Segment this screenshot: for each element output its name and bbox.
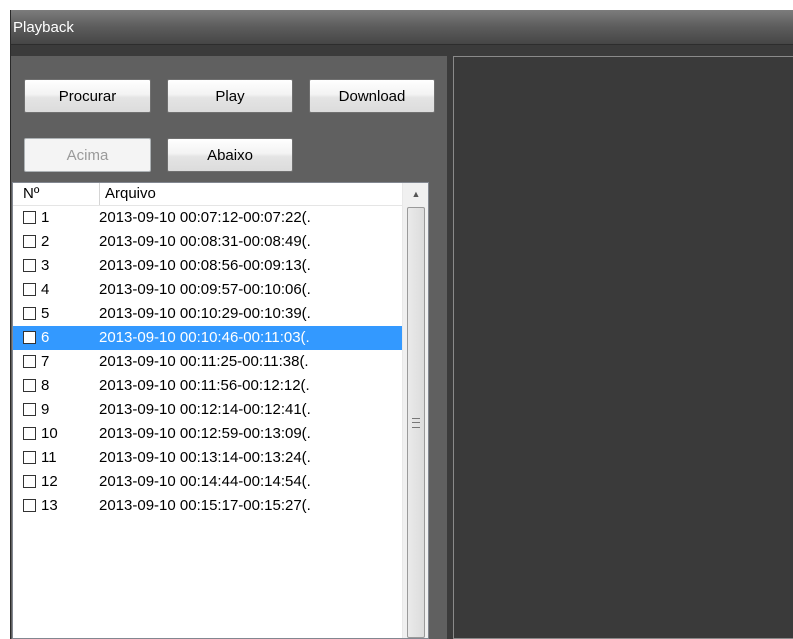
- table-row[interactable]: 6 2013-09-10 00:10:46-00:11:03(.: [13, 326, 402, 350]
- row-file-name: 2013-09-10 00:12:59-00:13:09(.: [99, 425, 311, 442]
- table-row[interactable]: 10 2013-09-10 00:12:59-00:13:09(.: [13, 422, 402, 446]
- table-row[interactable]: 7 2013-09-10 00:11:25-00:11:38(.: [13, 350, 402, 374]
- move-up-button[interactable]: Acima: [24, 138, 151, 172]
- checkbox-icon[interactable]: [23, 259, 36, 272]
- vertical-scrollbar[interactable]: ▲: [402, 183, 428, 638]
- table-row[interactable]: 5 2013-09-10 00:10:29-00:10:39(.: [13, 302, 402, 326]
- row-file-name: 2013-09-10 00:13:14-00:13:24(.: [99, 449, 311, 466]
- list-header: Nº Arquivo: [13, 183, 402, 206]
- table-row[interactable]: 8 2013-09-10 00:11:56-00:12:12(.: [13, 374, 402, 398]
- row-number: 8: [41, 377, 50, 394]
- table-row[interactable]: 3 2013-09-10 00:08:56-00:09:13(.: [13, 254, 402, 278]
- column-divider[interactable]: [99, 183, 100, 205]
- checkbox-icon[interactable]: [23, 331, 36, 344]
- list-rows: 1 2013-09-10 00:07:12-00:07:22(. 2 2013-09-…: [13, 206, 402, 518]
- row-file-name: 2013-09-10 00:10:29-00:10:39(.: [99, 305, 311, 322]
- table-row[interactable]: 2 2013-09-10 00:08:31-00:08:49(.: [13, 230, 402, 254]
- table-row[interactable]: 9 2013-09-10 00:12:14-00:12:41(.: [13, 398, 402, 422]
- checkbox-icon[interactable]: [23, 427, 36, 440]
- download-button[interactable]: Download: [309, 79, 435, 113]
- row-number: 12: [41, 473, 58, 490]
- row-number: 2: [41, 233, 50, 250]
- checkbox-icon[interactable]: [23, 235, 36, 248]
- play-button[interactable]: Play: [167, 79, 293, 113]
- grip-icon: [412, 418, 420, 428]
- video-display: [453, 56, 793, 639]
- column-header-file[interactable]: Arquivo: [101, 183, 401, 205]
- row-file-name: 2013-09-10 00:09:57-00:10:06(.: [99, 281, 311, 298]
- table-row[interactable]: 13 2013-09-10 00:15:17-00:15:27(.: [13, 494, 402, 518]
- row-file-name: 2013-09-10 00:15:17-00:15:27(.: [99, 497, 311, 514]
- scroll-thumb[interactable]: [407, 207, 425, 638]
- checkbox-icon[interactable]: [23, 499, 36, 512]
- checkbox-icon[interactable]: [23, 283, 36, 296]
- row-number: 7: [41, 353, 50, 370]
- table-row[interactable]: 1 2013-09-10 00:07:12-00:07:22(.: [13, 206, 402, 230]
- row-number: 9: [41, 401, 50, 418]
- row-file-name: 2013-09-10 00:12:14-00:12:41(.: [99, 401, 311, 418]
- search-button[interactable]: Procurar: [24, 79, 151, 113]
- row-file-name: 2013-09-10 00:11:56-00:12:12(.: [99, 377, 310, 394]
- checkbox-icon[interactable]: [23, 475, 36, 488]
- row-number: 3: [41, 257, 50, 274]
- chevron-up-icon[interactable]: ▲: [403, 183, 428, 205]
- row-number: 10: [41, 425, 58, 442]
- row-file-name: 2013-09-10 00:08:56-00:09:13(.: [99, 257, 311, 274]
- checkbox-icon[interactable]: [23, 355, 36, 368]
- row-number: 1: [41, 209, 50, 226]
- checkbox-icon[interactable]: [23, 307, 36, 320]
- title-bar: Playback: [11, 10, 793, 45]
- table-row[interactable]: 4 2013-09-10 00:09:57-00:10:06(.: [13, 278, 402, 302]
- row-number: 11: [41, 449, 57, 466]
- checkbox-icon[interactable]: [23, 211, 36, 224]
- row-file-name: 2013-09-10 00:14:44-00:14:54(.: [99, 473, 311, 490]
- checkbox-icon[interactable]: [23, 379, 36, 392]
- row-number: 13: [41, 497, 58, 514]
- file-list[interactable]: Nº Arquivo 1 2013-09-10 00:07:12-00:07:22…: [12, 182, 429, 639]
- table-row[interactable]: 12 2013-09-10 00:14:44-00:14:54(.: [13, 470, 402, 494]
- row-file-name: 2013-09-10 00:10:46-00:11:03(.: [99, 329, 310, 346]
- window-title: Playback: [13, 19, 74, 36]
- checkbox-icon[interactable]: [23, 403, 36, 416]
- move-down-button[interactable]: Abaixo: [167, 138, 293, 172]
- row-number: 6: [41, 329, 50, 346]
- checkbox-icon[interactable]: [23, 451, 36, 464]
- row-number: 4: [41, 281, 50, 298]
- column-header-number[interactable]: Nº: [19, 183, 99, 205]
- row-number: 5: [41, 305, 50, 322]
- row-file-name: 2013-09-10 00:08:31-00:08:49(.: [99, 233, 311, 250]
- row-file-name: 2013-09-10 00:07:12-00:07:22(.: [99, 209, 311, 226]
- table-row[interactable]: 11 2013-09-10 00:13:14-00:13:24(.: [13, 446, 402, 470]
- row-file-name: 2013-09-10 00:11:25-00:11:38(.: [99, 353, 309, 370]
